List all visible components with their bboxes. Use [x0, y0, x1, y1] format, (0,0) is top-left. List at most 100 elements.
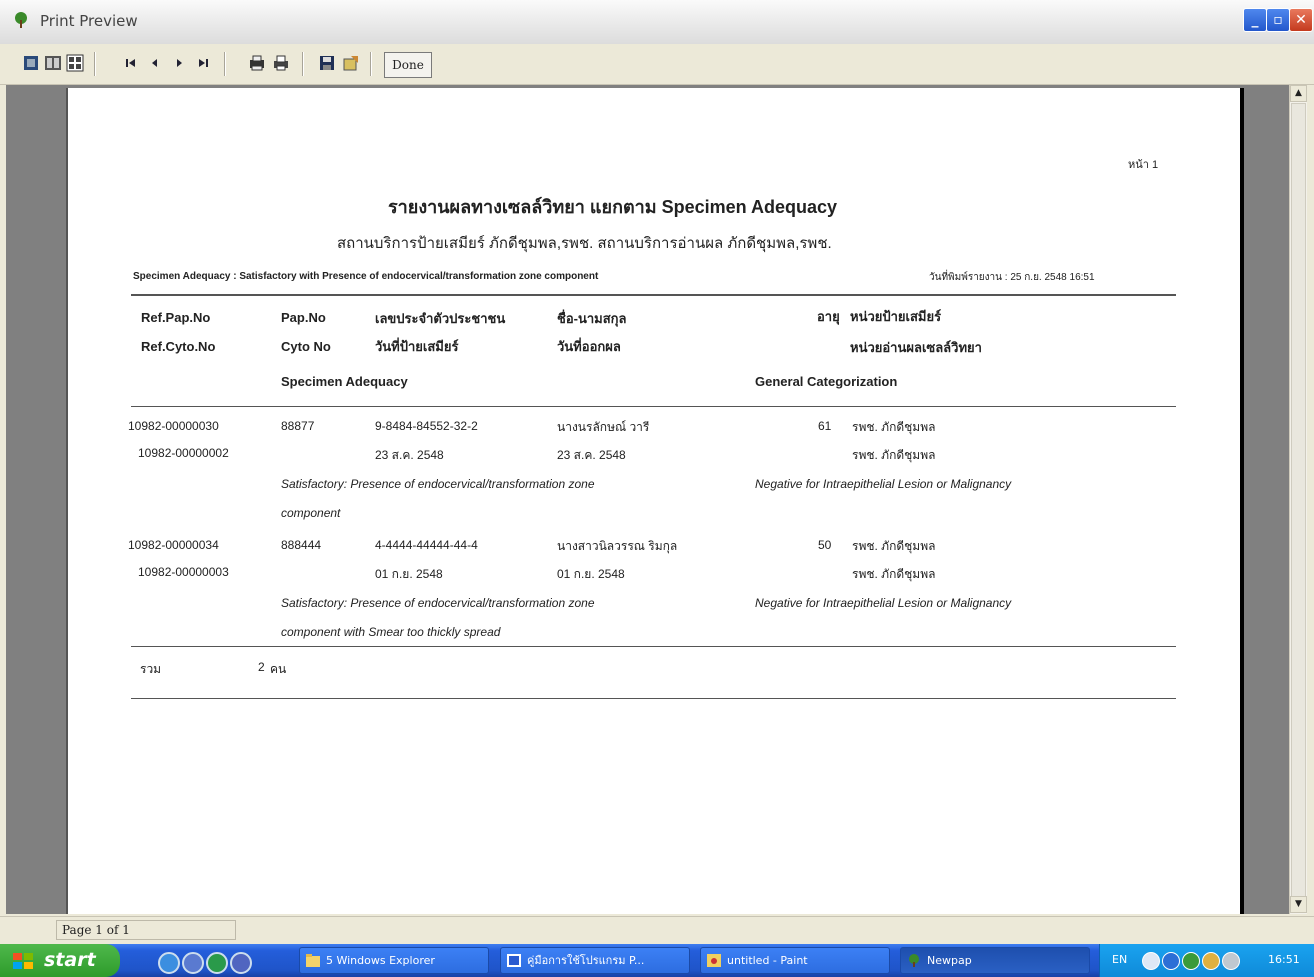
toolbar-separator: [224, 52, 226, 76]
media-icon[interactable]: [206, 952, 228, 974]
messenger-icon[interactable]: [230, 952, 252, 974]
page-number: หน้า 1: [1128, 159, 1159, 171]
newpap-app-icon: [909, 954, 919, 967]
tray-app-icon[interactable]: [1222, 952, 1240, 970]
pap-no-cell: 888444: [281, 538, 322, 552]
smear-date-cell: 23 ส.ค. 2548: [375, 448, 444, 462]
task-word-document[interactable]: คู่มือการใช้โปรแกรม P...: [500, 947, 690, 974]
export-icon[interactable]: [342, 54, 360, 72]
start-label: start: [44, 949, 96, 971]
close-button[interactable]: ✕: [1289, 8, 1313, 32]
ie-icon[interactable]: [158, 952, 180, 974]
print-setup-icon[interactable]: [248, 54, 266, 72]
system-tray: EN 16:51: [1099, 944, 1314, 977]
smear-unit-cell: รพช. ภักดีชุมพล: [852, 539, 936, 553]
multi-page-icon[interactable]: [66, 54, 84, 72]
adequacy-cell: Satisfactory: Presence of endocervical/t…: [281, 596, 595, 610]
id-no-cell: 4-4444-44444-44-4: [375, 538, 478, 552]
result-date-cell: 01 ก.ย. 2548: [557, 567, 625, 581]
done-button[interactable]: Done: [384, 52, 432, 78]
toolbar: Done: [0, 44, 1314, 85]
messenger-tray-icon[interactable]: [1182, 952, 1200, 970]
scroll-down-icon[interactable]: ▼: [1290, 896, 1307, 913]
window-title: Print Preview: [40, 12, 138, 30]
ref-cyto-cell: 10982-00000003: [138, 565, 229, 579]
prev-page-icon[interactable]: [146, 54, 164, 72]
footer-rule: [131, 698, 1176, 699]
word-icon: [507, 954, 521, 967]
start-button[interactable]: start: [0, 944, 120, 977]
security-icon[interactable]: [1162, 952, 1180, 970]
header-smear-unit: หน่วยป้ายเสมียร์: [850, 309, 942, 324]
header-specimen-adequacy: Specimen Adequacy: [281, 374, 408, 389]
maximize-button[interactable]: ▫: [1266, 8, 1290, 32]
task-newpap[interactable]: Newpap: [900, 947, 1090, 974]
last-page-icon[interactable]: [194, 54, 212, 72]
header-id-no: เลขประจำตัวประชาชน: [375, 311, 506, 326]
filter-line: Specimen Adequacy : Satisfactory with Pr…: [133, 271, 599, 282]
network-icon[interactable]: [1142, 952, 1160, 970]
age-cell: 61: [818, 419, 832, 433]
age-cell: 50: [818, 538, 832, 552]
header-general-categorization: General Categorization: [755, 374, 898, 389]
scroll-up-icon[interactable]: ▲: [1290, 85, 1307, 102]
task-label: Newpap: [927, 954, 972, 967]
minimize-button[interactable]: _: [1243, 8, 1267, 32]
task-label: 5 Windows Explorer: [326, 954, 435, 967]
vertical-scrollbar[interactable]: ▲ ▼: [1289, 85, 1307, 914]
one-page-icon[interactable]: [22, 54, 40, 72]
header-pap-no: Pap.No: [281, 310, 326, 325]
toolbar-separator: [302, 52, 304, 76]
read-unit-cell: รพช. ภักดีชุมพล: [852, 567, 936, 581]
clock: 16:51: [1268, 953, 1300, 966]
header-rule: [131, 294, 1176, 296]
report-title: รายงานผลทางเซลล์วิทยา แยกตาม Specimen Ad…: [388, 197, 838, 217]
print-date: วันที่พิมพ์รายงาน : 25 ก.ย. 2548 16:51: [929, 272, 1095, 283]
close-icon: ✕: [1295, 12, 1307, 28]
toolbar-separator: [94, 52, 96, 76]
result-date-cell: 23 ส.ค. 2548: [557, 448, 626, 462]
next-page-icon[interactable]: [170, 54, 188, 72]
language-indicator[interactable]: EN: [1112, 953, 1127, 966]
volume-icon[interactable]: [1202, 952, 1220, 970]
total-label: รวม: [140, 662, 162, 676]
header-cyto-no: Cyto No: [281, 339, 331, 354]
paint-icon: [707, 954, 721, 967]
name-cell: นางนรลักษณ์ วารี: [557, 420, 650, 434]
smear-unit-cell: รพช. ภักดีชุมพล: [852, 420, 936, 434]
header-age: อายุ: [817, 309, 840, 324]
save-icon[interactable]: [318, 54, 336, 72]
ref-pap-cell: 10982-00000030: [128, 419, 219, 433]
records-end-rule: [131, 646, 1176, 647]
header-name: ชื่อ-นามสกุล: [557, 311, 627, 326]
header-smear-date: วันที่ป้ายเสมียร์: [375, 339, 459, 354]
report-subtitle: สถานบริการป้ายเสมียร์ ภักดีชุมพล,รพช. สถ…: [337, 235, 832, 252]
first-page-icon[interactable]: [122, 54, 140, 72]
adequacy-cell-continued: component: [281, 506, 341, 520]
toolbar-separator: [370, 52, 372, 76]
title-bar: Print Preview _ ▫ ✕: [0, 0, 1314, 45]
minimize-icon: _: [1251, 12, 1259, 28]
desktop-icon[interactable]: [182, 952, 204, 974]
name-cell: นางสาวนิลวรรณ ริมกุล: [557, 539, 678, 553]
column-header-rule: [131, 406, 1176, 407]
total-count: 2: [258, 660, 265, 674]
header-ref-pap: Ref.Pap.No: [141, 310, 211, 325]
ref-cyto-cell: 10982-00000002: [138, 446, 229, 460]
total-unit: คน: [270, 662, 287, 676]
category-cell: Negative for Intraepithelial Lesion or M…: [755, 596, 1012, 610]
header-ref-cyto: Ref.Cyto.No: [141, 339, 216, 354]
scroll-thumb[interactable]: [1291, 103, 1306, 903]
smear-date-cell: 01 ก.ย. 2548: [375, 567, 443, 581]
pap-no-cell: 88877: [281, 419, 315, 433]
app-icon: [15, 12, 27, 28]
folder-icon: [306, 954, 320, 967]
read-unit-cell: รพช. ภักดีชุมพล: [852, 448, 936, 462]
header-read-unit: หน่วยอ่านผลเซลล์วิทยา: [850, 340, 982, 355]
windows-flag-icon: [13, 953, 33, 969]
print-icon[interactable]: [272, 54, 290, 72]
status-bar: Page 1 of 1: [0, 916, 1314, 945]
task-paint[interactable]: untitled - Paint: [700, 947, 890, 974]
task-windows-explorer[interactable]: 5 Windows Explorer: [299, 947, 489, 974]
two-page-icon[interactable]: [44, 54, 62, 72]
